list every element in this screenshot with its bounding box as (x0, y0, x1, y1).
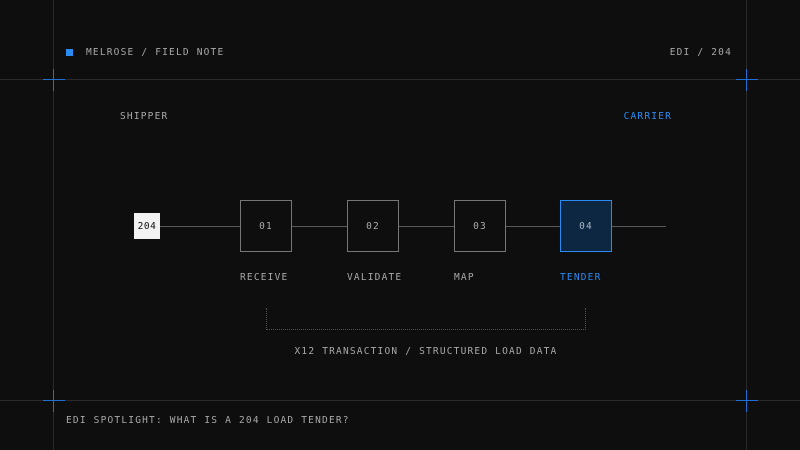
connector-04-out (612, 226, 666, 227)
connector-badge-to-01 (160, 226, 240, 227)
doc-code: EDI / 204 (669, 47, 732, 58)
annotation-text: X12 TRANSACTION / STRUCTURED LOAD DATA (294, 346, 558, 357)
connector-02-to-03 (399, 226, 454, 227)
footer-caption: EDI SPOTLIGHT: WHAT IS A 204 LOAD TENDER… (66, 415, 350, 426)
frame-line-right (746, 0, 747, 450)
crosshair-icon (736, 390, 758, 412)
brand-title: MELROSE / FIELD NOTE (86, 47, 225, 58)
document-badge: 204 (134, 213, 160, 239)
crosshair-icon (736, 69, 758, 91)
frame-line-bottom (0, 400, 800, 401)
step-box-04: 04 (560, 200, 612, 252)
step-label-validate: VALIDATE (347, 272, 403, 283)
destination-label: CARRIER (623, 111, 672, 122)
origin-label: SHIPPER (120, 111, 169, 122)
crosshair-icon (43, 390, 65, 412)
step-label-receive: RECEIVE (240, 272, 289, 283)
connector-03-to-04 (506, 226, 560, 227)
crosshair-icon (43, 69, 65, 91)
connector-01-to-02 (292, 226, 347, 227)
step-box-02: 02 (347, 200, 399, 252)
step-box-03: 03 (454, 200, 506, 252)
step-label-map: MAP (454, 272, 475, 283)
step-label-tender: TENDER (560, 272, 602, 283)
annotation-bracket (266, 308, 586, 330)
frame-line-left (53, 0, 54, 450)
brand-square-icon (66, 49, 73, 56)
frame-line-top (0, 79, 800, 80)
step-box-01: 01 (240, 200, 292, 252)
